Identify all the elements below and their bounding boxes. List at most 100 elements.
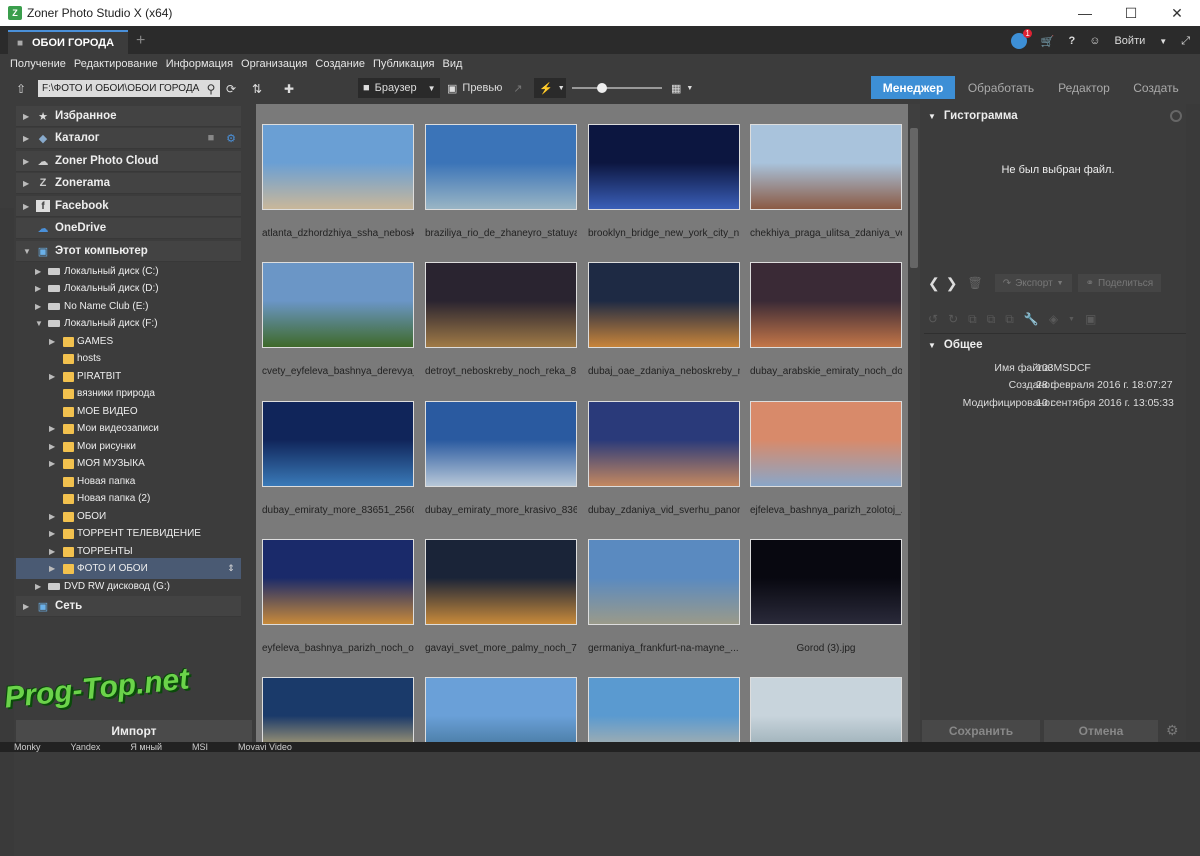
fullscreen-icon[interactable]: ⤢ [1181, 35, 1190, 48]
cancel-button[interactable]: Отмена [1044, 720, 1158, 742]
thumbnail-image[interactable] [588, 401, 740, 487]
thumbnail-image[interactable] [262, 677, 414, 752]
menu-item-publish[interactable]: Публикация [369, 58, 438, 70]
paste-icon[interactable]: ⧉ [1005, 312, 1014, 327]
thumbnail-image[interactable] [425, 262, 577, 348]
tree-item-dvd-drive[interactable]: ▶ DVD RW дисковод (G:) [16, 576, 241, 597]
tab-editor[interactable]: Редактор [1048, 76, 1120, 99]
add-folder-icon[interactable]: ■ [204, 132, 218, 144]
chevron-right-icon[interactable]: ▶ [23, 112, 29, 121]
thumbnail-item[interactable]: dubaj_oae_zdaniya_neboskreby_n... [588, 262, 740, 392]
menu-item-view[interactable]: Вид [439, 58, 467, 70]
search-icon[interactable]: ⚲ [204, 80, 218, 97]
taskbar-item[interactable]: MSI [192, 742, 208, 752]
thumbnail-item[interactable]: dubay_zdaniya_vid_sverhu_panor... [588, 401, 740, 531]
gear-icon[interactable]: ⚙ [1166, 722, 1179, 739]
thumbnail-size-slider[interactable] [572, 87, 662, 89]
thumbnail-item[interactable] [750, 677, 902, 752]
chevron-right-icon[interactable]: ▶ [49, 512, 55, 521]
thumbnail-item[interactable]: chekhiya_praga_ulitsa_zdaniya_ve... [750, 124, 902, 254]
filter-button[interactable]: ⚡ ▼ [534, 78, 566, 98]
user-icon[interactable]: ☺ [1089, 35, 1100, 47]
chevron-right-icon[interactable]: ▶ [49, 564, 55, 573]
thumbnail-image[interactable] [262, 124, 414, 210]
thumbnail-image[interactable] [262, 401, 414, 487]
trash-icon[interactable]: 🗑 [967, 276, 982, 290]
thumbnail-image[interactable] [425, 539, 577, 625]
close-button[interactable]: ✕ [1154, 0, 1200, 26]
thumbnail-image[interactable] [588, 539, 740, 625]
path-field[interactable]: F:\ФОТО И ОБОИ\ОБОИ ГОРОДА [38, 80, 220, 97]
taskbar-item[interactable]: Yandex [71, 742, 101, 752]
chevron-right-icon[interactable]: ▶ [35, 582, 41, 591]
help-icon[interactable]: ? [1069, 35, 1076, 47]
sidebar-item-favorites[interactable]: ▶ ★ Избранное [16, 106, 241, 127]
sort-icon[interactable]: ⇅ [248, 80, 266, 97]
sidebar-item-catalog[interactable]: ▶ ◆ Каталог ■ ⚙ [16, 128, 241, 149]
chevron-down-icon[interactable]: ▼ [23, 247, 31, 256]
save-button[interactable]: Сохранить [922, 720, 1040, 742]
arrow-left-icon[interactable]: ❮ [928, 275, 940, 292]
chevron-right-icon[interactable]: ▶ [23, 602, 29, 611]
copy-settings-icon[interactable]: ⧉ [987, 312, 996, 327]
thumbnail-image[interactable] [750, 262, 902, 348]
thumbnail-image[interactable] [588, 262, 740, 348]
thumbnail-item[interactable]: atlanta_dzhordzhiya_ssha_nebosk... [262, 124, 414, 254]
thumbnail-item[interactable]: Gorod (3).jpg [750, 539, 902, 669]
thumbnail-item[interactable]: dubay_arabskie_emiraty_noch_do... [750, 262, 902, 392]
thumbnail-item[interactable]: brooklyn_bridge_new_york_city_n... [588, 124, 740, 254]
chevron-right-icon[interactable]: ▶ [49, 337, 55, 346]
preview-view-button[interactable]: ▣ Превью ↗ [442, 78, 532, 98]
menu-item-info[interactable]: Информация [162, 58, 237, 70]
share-button[interactable]: ⚭ Поделиться [1077, 274, 1162, 292]
tab-develop[interactable]: Обработать [962, 76, 1040, 99]
chevron-right-icon[interactable]: ▶ [49, 372, 55, 381]
taskbar-item[interactable]: Я мный [130, 742, 162, 752]
reorder-icon[interactable]: ⇕ [224, 563, 238, 575]
thumbnail-image[interactable] [750, 401, 902, 487]
chevron-right-icon[interactable]: ▶ [49, 442, 55, 451]
slider-knob[interactable] [597, 83, 607, 93]
chevron-right-icon[interactable]: ▶ [49, 424, 55, 433]
thumbnail-image[interactable] [425, 401, 577, 487]
rotate-right-icon[interactable]: ↻ [948, 312, 958, 326]
chevron-right-icon[interactable]: ▶ [23, 157, 29, 166]
chevron-right-icon[interactable]: ▶ [49, 459, 55, 468]
thumbnail-item[interactable]: cvety_eyfeleva_bashnya_derevya_... [262, 262, 414, 392]
taskbar-item[interactable]: Movavi Video [238, 742, 292, 752]
browser-view-button[interactable]: ■ Браузер ▼ [358, 78, 440, 98]
thumbnail-image[interactable] [750, 539, 902, 625]
chevron-right-icon[interactable]: ▶ [23, 134, 29, 143]
thumbnail-image[interactable] [588, 124, 740, 210]
thumbnail-item[interactable]: braziliya_rio_de_zhaneyro_statuya... [425, 124, 577, 254]
chevron-right-icon[interactable]: ▶ [23, 202, 29, 211]
general-header[interactable]: ▼ Общее [928, 335, 982, 355]
tab-manager[interactable]: Менеджер [871, 76, 955, 99]
new-folder-icon[interactable]: ✚ [281, 80, 297, 97]
export-button[interactable]: ↷ Экспорт ▼ [994, 274, 1072, 292]
sidebar-item-facebook[interactable]: ▶ f Facebook [16, 196, 241, 217]
thumbnail-image[interactable] [750, 124, 902, 210]
histogram-settings-icon[interactable] [1170, 110, 1182, 122]
sidebar-item-network[interactable]: ▶ ▣ Сеть [16, 596, 241, 617]
new-tab-button[interactable]: + [136, 32, 145, 50]
chevron-right-icon[interactable]: ▶ [35, 284, 41, 293]
gear-icon[interactable]: ⚙ [224, 132, 238, 145]
sidebar-item-onedrive[interactable]: ☁ OneDrive [16, 218, 241, 239]
login-button[interactable]: Войти [1114, 35, 1145, 47]
thumbnail-image[interactable] [262, 262, 414, 348]
taskbar-item[interactable]: Monky [14, 742, 41, 752]
sidebar-item-this-computer[interactable]: ▼ ▣ Этот компьютер [16, 241, 241, 262]
menu-item-edit[interactable]: Редактирование [70, 58, 162, 70]
cart-icon[interactable]: 🛒 [1041, 35, 1055, 48]
thumbnail-item[interactable] [262, 677, 414, 752]
frame-icon[interactable]: ▣ [1085, 312, 1096, 326]
thumbnail-image[interactable] [588, 677, 740, 752]
thumbnail-item[interactable]: dubay_emiraty_more_83651_2560... [262, 401, 414, 531]
copy-icon[interactable]: ⧉ [968, 312, 977, 327]
menu-item-create[interactable]: Создание [311, 58, 369, 70]
chevron-right-icon[interactable]: ▶ [35, 267, 41, 276]
grid-layout-button[interactable]: ▦ ▼ [666, 78, 698, 98]
right-panel-scrollbar[interactable] [1186, 104, 1200, 740]
thumbnail-item[interactable]: dubay_emiraty_more_krasivo_836... [425, 401, 577, 531]
